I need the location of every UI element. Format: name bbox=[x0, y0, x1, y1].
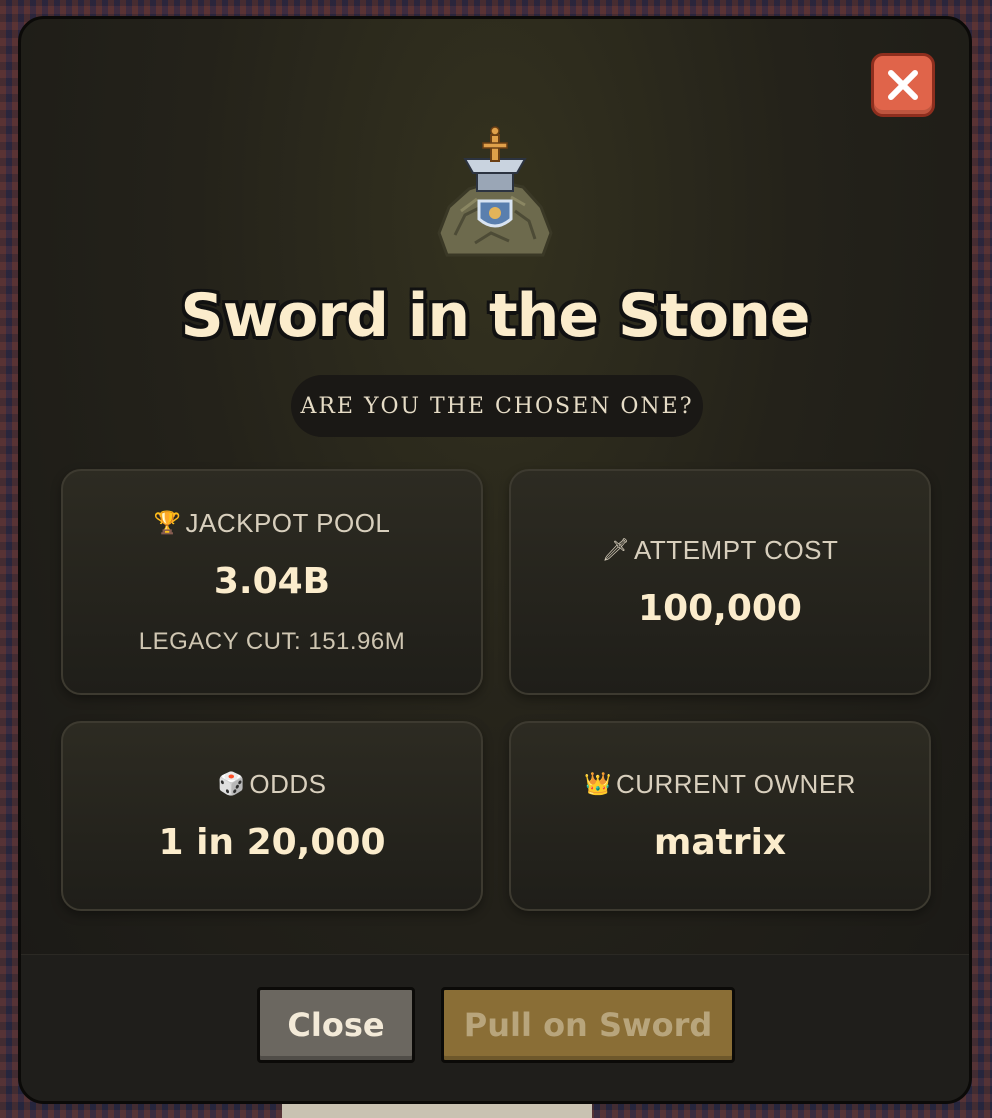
close-x-button[interactable] bbox=[871, 53, 935, 117]
subtitle-text: ARE YOU THE CHOSEN ONE? bbox=[300, 393, 694, 419]
trophy-icon: 🏆 bbox=[153, 511, 182, 536]
attempt-cost-value: 100,000 bbox=[638, 588, 802, 629]
sword-in-stone-dialog: Sword in the Stone ARE YOU THE CHOSEN ON… bbox=[18, 16, 972, 1104]
pull-on-sword-button[interactable]: Pull on Sword bbox=[441, 987, 735, 1063]
jackpot-pool-value: 3.04B bbox=[213, 561, 331, 602]
odds-card: 🎲 ODDS 1 in 20,000 bbox=[61, 721, 483, 911]
attempt-cost-label-text: ATTEMPT COST bbox=[634, 535, 839, 565]
crown-icon: 👑 bbox=[584, 772, 612, 797]
odds-value: 1 in 20,000 bbox=[158, 822, 386, 863]
current-owner-card: 👑 CURRENT OWNER matrix bbox=[509, 721, 931, 911]
close-button[interactable]: Close bbox=[257, 987, 415, 1063]
dice-icon: 🎲 bbox=[217, 772, 246, 797]
jackpot-pool-card: 🏆 JACKPOT POOL 3.04B LEGACY CUT: 151.96M bbox=[61, 469, 483, 695]
jackpot-pool-label: 🏆 JACKPOT POOL bbox=[154, 508, 391, 539]
dialog-title: Sword in the Stone bbox=[180, 281, 811, 351]
current-owner-value: matrix bbox=[653, 822, 787, 863]
close-icon bbox=[888, 70, 918, 100]
odds-label-text: ODDS bbox=[249, 769, 327, 799]
attempt-cost-card: 🗡 ATTEMPT COST 100,000 bbox=[509, 469, 931, 695]
current-owner-label-text: CURRENT OWNER bbox=[615, 769, 856, 799]
attempt-cost-label: 🗡 ATTEMPT COST bbox=[602, 535, 839, 566]
jackpot-pool-label-text: JACKPOT POOL bbox=[185, 508, 391, 538]
current-owner-label: 👑 CURRENT OWNER bbox=[584, 769, 856, 800]
dialog-subtitle: ARE YOU THE CHOSEN ONE? bbox=[291, 375, 703, 437]
odds-label: 🎲 ODDS bbox=[217, 769, 326, 800]
sword-in-stone-icon bbox=[437, 126, 553, 257]
dialog-footer: Close Pull on Sword bbox=[21, 954, 969, 1101]
dagger-icon: 🗡 bbox=[601, 538, 631, 563]
legacy-cut-text: LEGACY CUT: 151.96M bbox=[138, 628, 406, 655]
